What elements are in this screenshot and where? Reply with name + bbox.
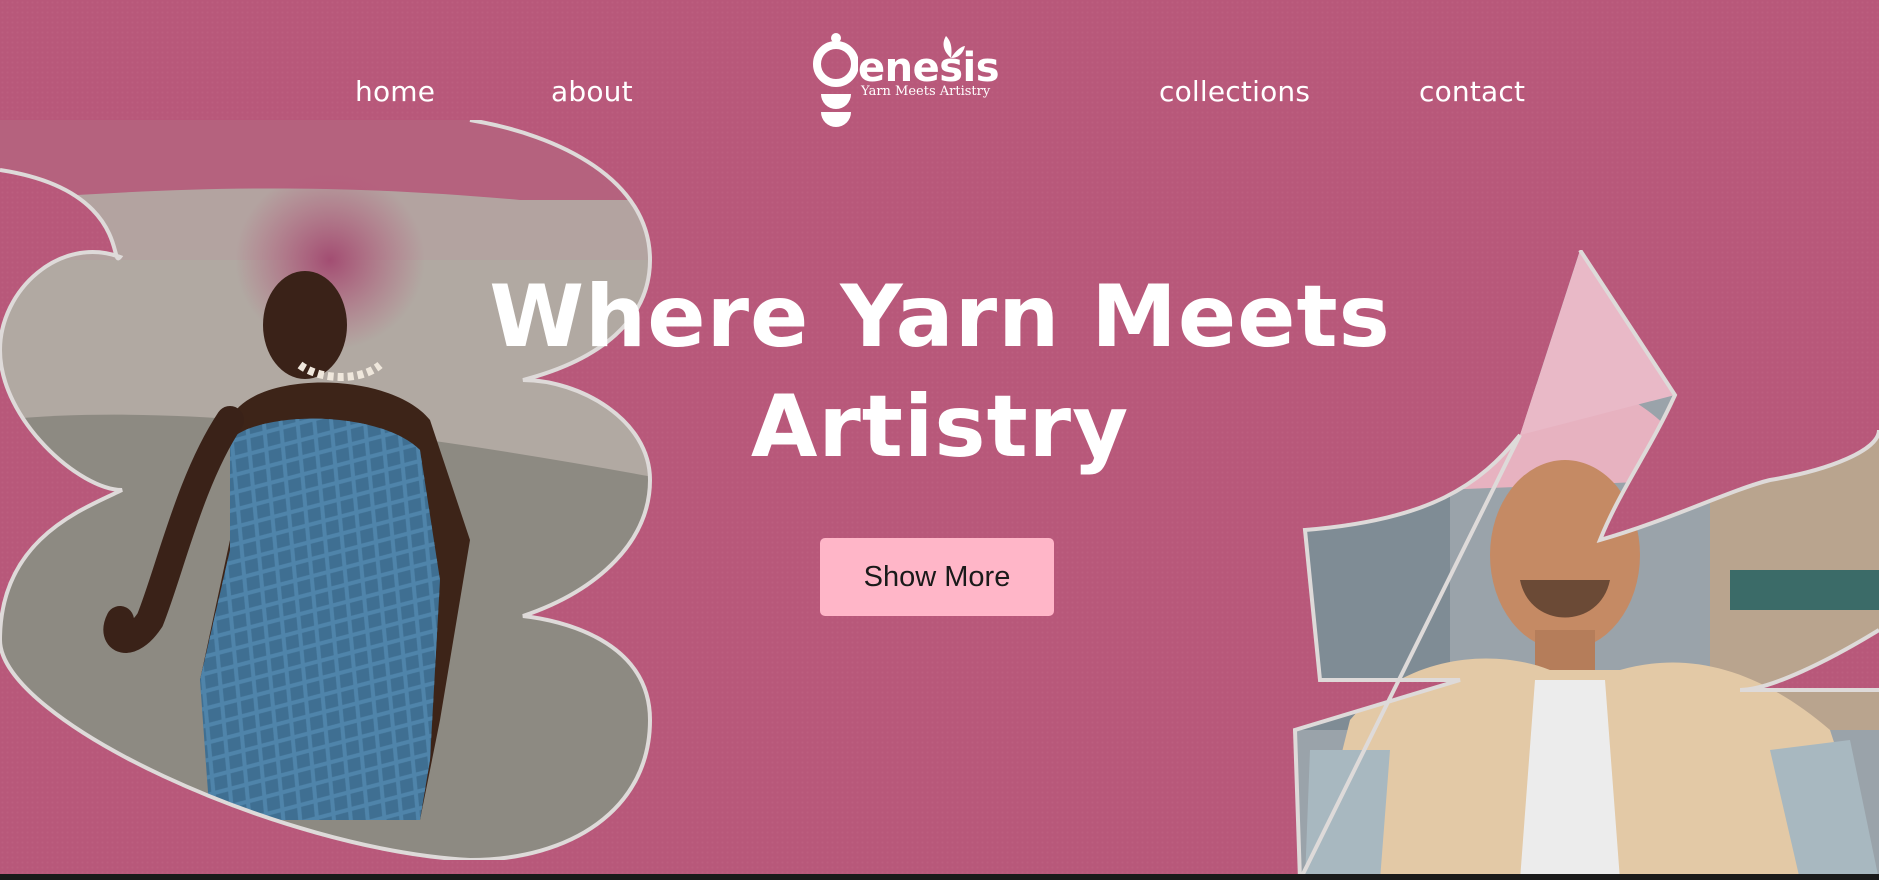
hero-title: Where Yarn Meets Artistry (440, 262, 1440, 482)
logo-wordmark: enesis (858, 45, 1000, 91)
hero-title-line1: Where Yarn Meets (489, 267, 1391, 367)
logo-mark-icon (813, 33, 858, 127)
logo[interactable]: enesis Yarn Meets Artistry (808, 28, 1000, 138)
logo-tagline: Yarn Meets Artistry (861, 84, 991, 99)
nav-link-collections[interactable]: collections (1159, 72, 1310, 112)
bottom-edge-bar (0, 874, 1879, 880)
nav-link-about[interactable]: about (551, 72, 633, 112)
nav-link-contact[interactable]: contact (1419, 72, 1525, 112)
hero-photo-left (0, 120, 653, 860)
hero-title-line2: Artistry (750, 377, 1130, 477)
nav-link-home[interactable]: home (355, 72, 435, 112)
leaf-icon (943, 36, 965, 58)
show-more-button[interactable]: Show More (820, 538, 1054, 616)
